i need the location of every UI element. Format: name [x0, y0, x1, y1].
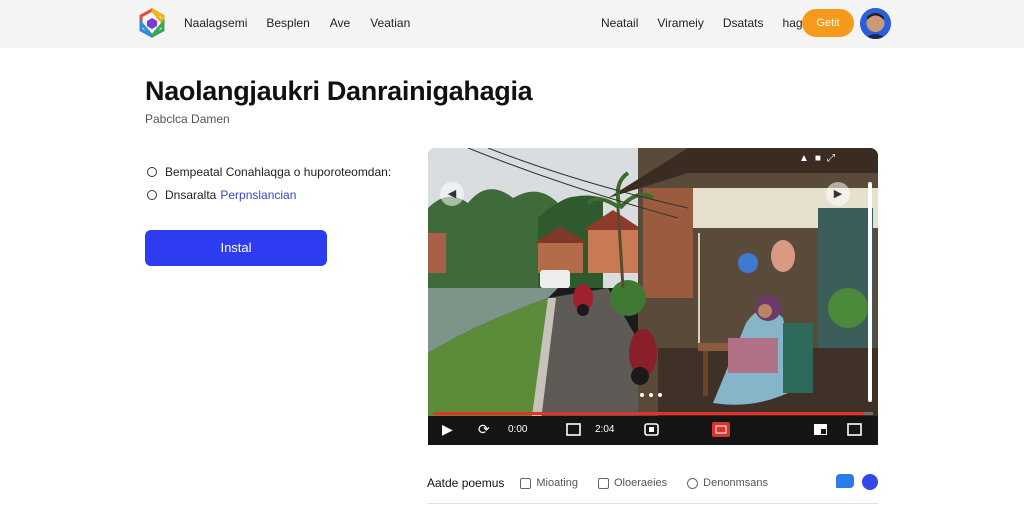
document-icon — [520, 477, 532, 489]
primary-nav: Naalagsemi Besplen Ave Veatian — [184, 16, 430, 30]
nav-link-3[interactable]: Ave — [330, 16, 350, 30]
carousel-dot[interactable] — [658, 393, 662, 397]
player-controls: ▶ ⟳ 0:00 2:04 — [428, 416, 878, 445]
tab-item-2-label: Oloeraeies — [613, 477, 668, 489]
option-2-label: Dnsaralta — [165, 188, 217, 202]
tab-item-1[interactable]: Mioating — [520, 477, 578, 489]
page-subtitle: Pabclca Damen — [145, 112, 230, 126]
replay-icon[interactable]: ⟳ — [478, 421, 490, 438]
caption-icon[interactable] — [566, 423, 581, 436]
tab-active[interactable]: Aatde poemus — [427, 476, 504, 490]
nav-right-link-3[interactable]: Dsatats — [723, 16, 764, 30]
page-title: Naolangjaukri Danrainigahagia — [145, 76, 533, 106]
nav-right-link-2[interactable]: Virameiy — [657, 16, 703, 30]
avatar[interactable] — [860, 8, 891, 39]
tab-item-3[interactable]: Denonmsans — [687, 477, 768, 489]
messenger-icon[interactable] — [862, 474, 878, 490]
pip-icon[interactable] — [813, 423, 828, 436]
carousel-dots[interactable] — [640, 393, 662, 397]
chat-icon[interactable] — [836, 474, 854, 488]
tab-item-1-label: Mioating — [536, 477, 578, 489]
logo-hexagon-icon[interactable] — [137, 8, 167, 38]
video-player[interactable] — [428, 148, 878, 445]
radio-icon[interactable] — [147, 167, 157, 177]
progress-bar[interactable] — [433, 412, 873, 415]
top-bar: Naalagsemi Besplen Ave Veatian Neatail V… — [0, 0, 1024, 48]
fullscreen-icon[interactable] — [847, 423, 862, 436]
volume-slider[interactable] — [868, 182, 872, 402]
carousel-dot[interactable] — [649, 393, 653, 397]
nav-link-2[interactable]: Besplen — [266, 16, 309, 30]
time-total: 2:04 — [595, 424, 615, 435]
lock-icon[interactable]: ■ — [815, 153, 821, 164]
chat-icons — [836, 474, 878, 490]
content-tabs: Aatde poemus Mioating Oloeraeies Denonms… — [427, 476, 788, 490]
play-icon[interactable]: ▶ — [442, 421, 453, 438]
cast-icon[interactable]: ▲ — [799, 153, 809, 164]
nav-link-1[interactable]: Naalagsemi — [184, 16, 247, 30]
time-current: 0:00 — [508, 424, 528, 435]
progress-fill — [433, 412, 865, 415]
carousel-dot[interactable] — [640, 393, 644, 397]
option-1-label: Bempeatal Conahlaqga o huporoteomdan: — [165, 165, 392, 179]
tab-item-3-label: Denonmsans — [703, 477, 768, 489]
live-icon[interactable] — [712, 422, 730, 437]
secondary-nav: Neatail Virameiy Dsatats hag — [601, 16, 822, 30]
divider — [427, 503, 878, 504]
settings-icon[interactable] — [644, 423, 659, 436]
option-1[interactable]: Bempeatal Conahlaqga o huporoteomdan: — [147, 165, 391, 179]
expand-icon[interactable]: ⤢ — [827, 153, 835, 164]
get-button[interactable]: Getit — [802, 9, 854, 37]
nav-link-4[interactable]: Veatian — [370, 16, 410, 30]
player-top-icons: ▲ ■ ⤢ — [799, 153, 835, 164]
info-icon — [687, 477, 699, 489]
install-button[interactable]: Instal — [145, 230, 327, 266]
next-arrow-icon[interactable]: ▶ — [826, 182, 850, 206]
option-2-link[interactable]: Perpnslancian — [220, 188, 296, 202]
nav-right-link-1[interactable]: Neatail — [601, 16, 638, 30]
tab-item-2[interactable]: Oloeraeies — [597, 477, 668, 489]
radio-icon[interactable] — [147, 190, 157, 200]
prev-arrow-icon[interactable]: ◀ — [440, 182, 464, 206]
nav-right-link-4[interactable]: hag — [783, 16, 803, 30]
option-2[interactable]: Dnsaralta Perpnslancian — [147, 188, 296, 202]
avatar-icon — [860, 8, 891, 39]
gallery-icon — [597, 477, 609, 489]
video-frame — [428, 148, 878, 445]
